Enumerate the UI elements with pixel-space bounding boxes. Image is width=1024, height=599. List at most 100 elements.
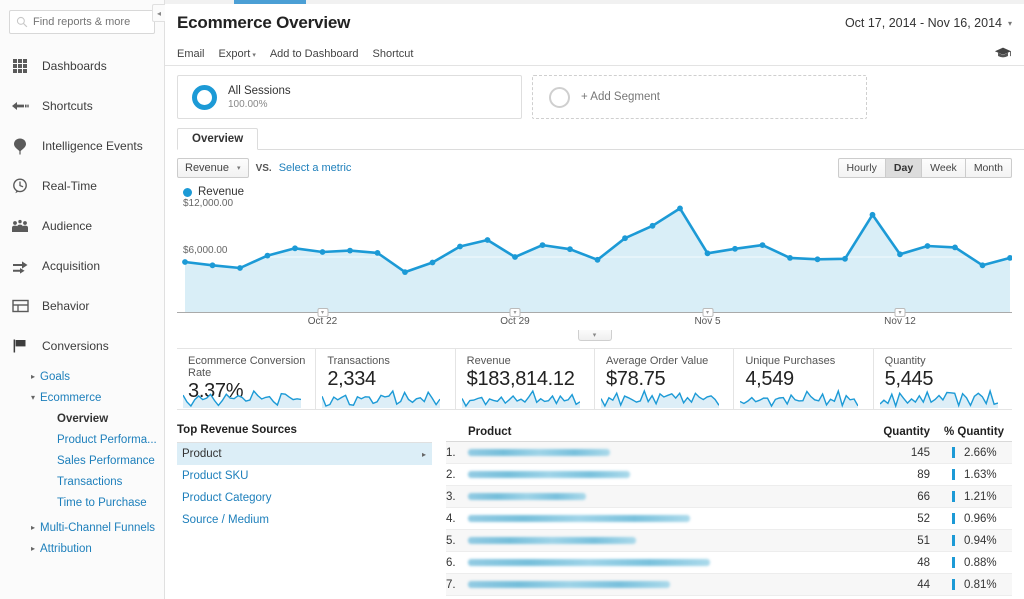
page-header: Ecommerce Overview Oct 17, 2014 - Nov 16… <box>165 4 1024 42</box>
row-product-name[interactable] <box>468 449 866 456</box>
search-box[interactable] <box>9 10 155 34</box>
pct-bar-icon <box>952 469 955 480</box>
granularity-group: Hourly Day Week Month <box>838 158 1012 178</box>
sidebar-search <box>0 0 164 40</box>
row-index: 6. <box>446 557 468 569</box>
row-pct-cell: 2.66% <box>930 447 1012 459</box>
sidebar-subitem-multi-channel-funnels[interactable]: ▸ Multi-Channel Funnels <box>0 517 164 538</box>
chart-collapse-handle[interactable]: ▾ <box>578 330 612 341</box>
table-row[interactable]: 4.520.96% <box>446 508 1012 530</box>
kpi-card[interactable]: Ecommerce Conversion Rate3.37% <box>177 349 316 409</box>
granularity-week[interactable]: Week <box>922 158 966 178</box>
sidebar-item-dashboards[interactable]: Dashboards <box>0 46 164 86</box>
row-product-name[interactable] <box>468 471 866 478</box>
column-header-quantity[interactable]: Quantity <box>866 426 930 438</box>
segment-percent: 100.00% <box>228 99 291 110</box>
row-pct-cell: 0.94% <box>930 535 1012 547</box>
table-row[interactable]: 2.891.63% <box>446 464 1012 486</box>
column-header-pct-quantity[interactable]: % Quantity <box>930 426 1012 438</box>
pct-quantity-wrap: 0.81% <box>944 579 1012 591</box>
segment-all-sessions[interactable]: All Sessions 100.00% <box>177 75 522 119</box>
primary-metric-dropdown[interactable]: Revenue ▾ <box>177 158 249 178</box>
export-button[interactable]: Export▾ <box>219 48 256 60</box>
row-product-name[interactable] <box>468 581 866 588</box>
action-bar: Email Export▾ Add to Dashboard Shortcut <box>165 42 1024 66</box>
table-row[interactable]: 7.440.81% <box>446 574 1012 596</box>
segment-donut-icon <box>192 85 217 110</box>
row-quantity: 145 <box>866 447 930 459</box>
granularity-month[interactable]: Month <box>966 158 1012 178</box>
chart-plot-area[interactable]: $12,000.00 $6,000.00 <box>177 202 1012 312</box>
granularity-day[interactable]: Day <box>886 158 922 178</box>
pct-bar-icon <box>952 579 955 590</box>
page-title: Ecommerce Overview <box>177 13 350 33</box>
sidebar-item-real-time[interactable]: Real-Time <box>0 166 164 206</box>
table-row[interactable]: 6.480.88% <box>446 552 1012 574</box>
trs-item-label: Source / Medium <box>182 514 269 526</box>
pct-quantity-wrap: 1.63% <box>944 469 1012 481</box>
active-view-tab-stub[interactable] <box>234 0 306 4</box>
kpi-row: Ecommerce Conversion Rate3.37%Transactio… <box>177 348 1012 410</box>
row-product-name[interactable] <box>468 493 866 500</box>
sidebar-subitem-sales-performance[interactable]: Sales Performance <box>0 450 164 471</box>
kpi-card[interactable]: Revenue$183,814.12 <box>456 349 595 409</box>
x-axis-tick-label: Oct 22 <box>308 316 337 327</box>
kpi-card[interactable]: Quantity5,445 <box>874 349 1012 409</box>
chevron-down-icon: ▾ <box>237 164 241 172</box>
row-pct-cell: 0.88% <box>930 557 1012 569</box>
email-button[interactable]: Email <box>177 48 205 60</box>
sidebar-subitem-time-to-purchase[interactable]: Time to Purchase <box>0 492 164 513</box>
sidebar-subitem-goals[interactable]: ▸ Goals <box>0 366 164 387</box>
row-product-name[interactable] <box>468 559 866 566</box>
shortcut-button[interactable]: Shortcut <box>373 48 414 60</box>
select-a-metric-link[interactable]: Select a metric <box>279 162 352 174</box>
sidebar-item-shortcuts[interactable]: Shortcuts <box>0 86 164 126</box>
trs-item-product-sku[interactable]: Product SKU <box>177 465 432 487</box>
sidebar-item-intelligence-events[interactable]: Intelligence Events <box>0 126 164 166</box>
trs-item-product-category[interactable]: Product Category <box>177 487 432 509</box>
table-row[interactable]: 3.661.21% <box>446 486 1012 508</box>
chart-x-axis: ▾Oct 22▾Oct 29▾Nov 5▾Nov 12 <box>177 312 1012 330</box>
kpi-card[interactable]: Unique Purchases4,549 <box>734 349 873 409</box>
sidebar-subitem-product-performance[interactable]: Product Performa... <box>0 429 164 450</box>
granularity-hourly[interactable]: Hourly <box>838 158 886 178</box>
sidebar-subitem-transactions[interactable]: Transactions <box>0 471 164 492</box>
kpi-name: Average Order Value <box>606 355 733 367</box>
x-axis-tick-label: Nov 12 <box>884 316 916 327</box>
sidebar-subitem-ecommerce[interactable]: ▾ Ecommerce <box>0 387 164 408</box>
trs-item-product[interactable]: Product ▸ <box>177 443 432 465</box>
graduation-cap-icon[interactable] <box>994 44 1012 62</box>
tab-overview[interactable]: Overview <box>177 128 258 150</box>
date-range-picker[interactable]: Oct 17, 2014 - Nov 16, 2014 ▾ <box>845 16 1012 30</box>
behavior-icon <box>10 296 30 316</box>
sidebar-collapse-button[interactable]: ◂ <box>152 4 165 22</box>
sidebar-item-label: Real-Time <box>42 179 97 193</box>
add-segment-button[interactable]: + Add Segment <box>532 75 867 119</box>
table-row[interactable]: 1.1452.66% <box>446 442 1012 464</box>
sidebar-item-behavior[interactable]: Behavior <box>0 286 164 326</box>
trs-item-source-medium[interactable]: Source / Medium <box>177 509 432 531</box>
row-pct-quantity: 1.63% <box>964 469 997 481</box>
column-header-product[interactable]: Product <box>468 426 866 438</box>
table-row[interactable]: 5.510.94% <box>446 530 1012 552</box>
sidebar-item-conversions[interactable]: Conversions <box>0 326 164 366</box>
sidebar-item-audience[interactable]: Audience <box>0 206 164 246</box>
sidebar-subitem-attribution[interactable]: ▸ Attribution <box>0 538 164 559</box>
kpi-card[interactable]: Average Order Value$78.75 <box>595 349 734 409</box>
bottom-section: Top Revenue Sources Product ▸ Product SK… <box>177 424 1012 596</box>
granularity-label: Day <box>894 162 913 174</box>
row-product-name[interactable] <box>468 537 866 544</box>
add-to-dashboard-button[interactable]: Add to Dashboard <box>270 48 359 60</box>
conversions-subnav: ▸ Goals ▾ Ecommerce Overview Product Per… <box>0 366 164 559</box>
sidebar-item-acquisition[interactable]: Acquisition <box>0 246 164 286</box>
kpi-card[interactable]: Transactions2,334 <box>316 349 455 409</box>
top-revenue-sources-title: Top Revenue Sources <box>177 424 432 443</box>
search-input[interactable] <box>33 16 148 28</box>
row-index: 5. <box>446 535 468 547</box>
row-product-name[interactable] <box>468 515 866 522</box>
row-pct-quantity: 1.21% <box>964 491 997 503</box>
sidebar-subitem-overview[interactable]: Overview <box>0 408 164 429</box>
search-icon <box>16 16 28 28</box>
email-label: Email <box>177 48 205 60</box>
chevron-down-icon: ▾ <box>31 394 35 402</box>
